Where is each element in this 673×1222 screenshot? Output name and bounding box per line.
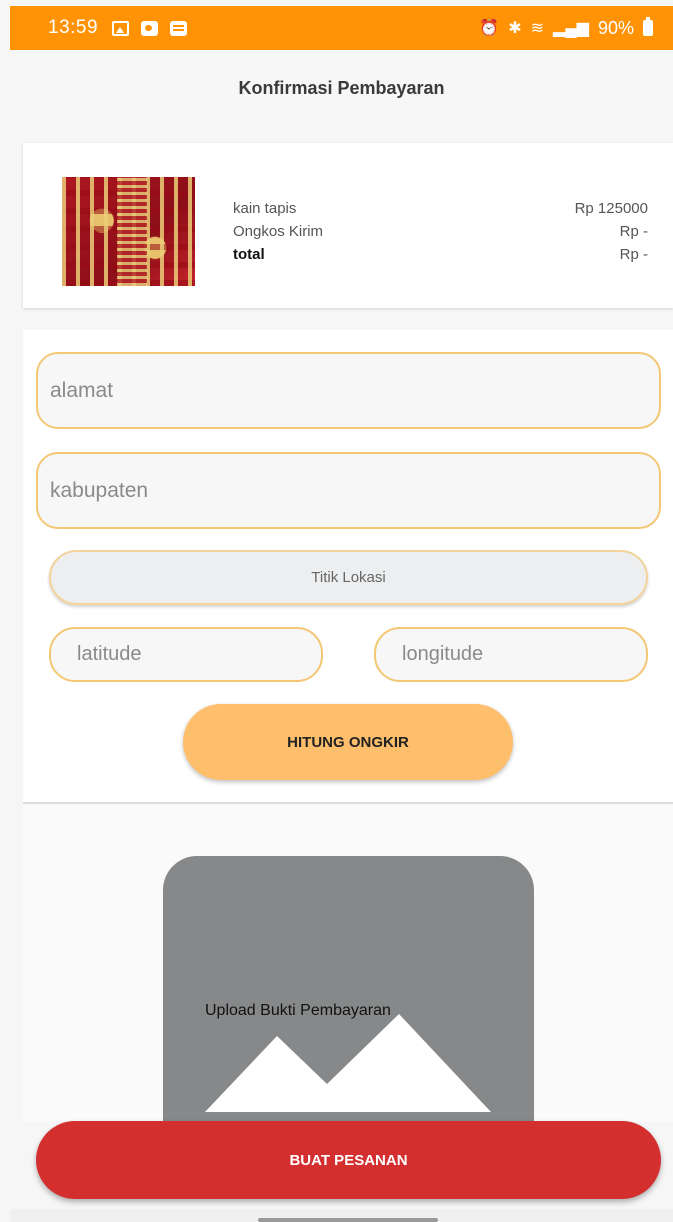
status-time: 13:59 [48,17,99,38]
titik-lokasi-button[interactable]: Titik Lokasi [49,550,648,605]
notes-icon [170,20,188,36]
titik-lokasi-label: Titik Lokasi [311,569,386,586]
image-placeholder-icon [205,1014,491,1112]
home-indicator[interactable] [258,1218,438,1222]
hitung-ongkir-button[interactable]: HITUNG ONGKIR [183,704,513,780]
status-bar: 13:59 ⏰ ✱ ≋ ▂▄▆ 90% [10,6,673,50]
hitung-ongkir-label: HITUNG ONGKIR [287,733,409,751]
longitude-placeholder: longitude [402,643,484,665]
order-summary-card: kain tapis Rp 125000 Ongkos Kirim Rp - t… [23,143,673,308]
app-header: Konfirmasi Pembayaran [10,50,673,130]
shipping-form: alamat kabupaten Titik Lokasi latitude l… [23,330,673,804]
upload-bukti-button[interactable]: Upload Bukti Pembayaran [163,856,534,1156]
upload-section: Upload Bukti Pembayaran [23,804,673,1156]
bluetooth-icon: ✱ [508,20,522,37]
total-label: total [233,246,265,263]
wifi-icon: ≋ [530,20,545,37]
latitude-input[interactable]: latitude [49,627,323,682]
signal-icon: ▂▄▆ [553,20,589,37]
battery-percent: 90% [597,17,634,38]
buat-pesanan-label: BUAT PESANAN [289,1151,408,1169]
product-name: kain tapis [233,200,297,217]
battery-icon [643,17,653,36]
product-image [62,177,195,286]
shipping-label: Ongkos Kirim [233,223,324,240]
kabupaten-placeholder: kabupaten [50,478,149,502]
longitude-input[interactable]: longitude [374,627,648,682]
page-title: Konfirmasi Pembayaran [238,78,445,98]
latitude-placeholder: latitude [77,643,142,665]
shipping-cost: Rp - [619,223,648,240]
alamat-placeholder: alamat [50,378,114,402]
alarm-icon: ⏰ [479,20,500,37]
buat-pesanan-button[interactable]: BUAT PESANAN [36,1121,661,1199]
total-value: Rp - [619,246,648,263]
product-price: Rp 125000 [574,200,648,217]
alamat-input[interactable]: alamat [36,352,661,429]
message-icon [141,20,159,36]
gallery-icon [112,20,130,36]
kabupaten-input[interactable]: kabupaten [36,452,661,529]
status-right-group: ⏰ ✱ ≋ ▂▄▆ 90% [479,17,653,39]
